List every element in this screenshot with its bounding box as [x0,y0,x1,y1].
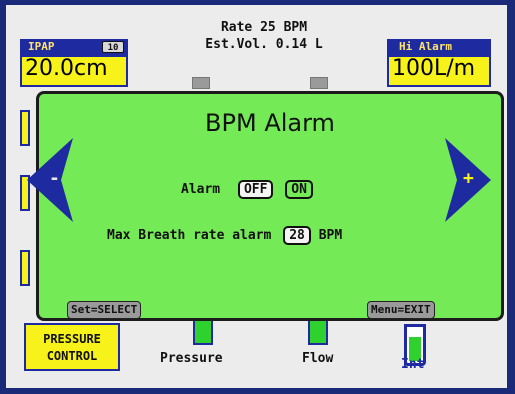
dialog-title: BPM Alarm [205,109,335,137]
pressure-control-button[interactable]: PRESSURE CONTROL [24,323,120,371]
est-volume-readout: Est.Vol. 0.14 L [205,37,323,52]
pressure-label: Pressure [160,351,223,366]
ventilator-screen: Rate 25 BPM Est.Vol. 0.14 L IPAP 10 20.0… [6,5,507,388]
header-readout: Rate 25 BPM Est.Vol. 0.14 L [184,19,344,53]
hi-alarm-value: 100L/m [387,55,491,87]
set-select-button[interactable]: Set=SELECT [67,301,142,319]
alarm-off-option[interactable]: OFF [237,180,274,199]
plus-symbol: + [463,168,474,189]
increase-arrow-button[interactable]: + [443,138,491,226]
int-label: Int [401,357,425,372]
max-rate-label: Max Breath rate alarm [107,228,272,243]
minus-symbol: - [49,168,60,189]
menu-exit-button[interactable]: Menu=EXIT [367,301,435,319]
flow-bar-top [310,77,328,89]
max-rate-value[interactable]: 28 [283,226,311,245]
left-param-tab-3[interactable] [20,250,30,286]
max-rate-row: Max Breath rate alarm 28 BPM [107,226,342,245]
bpm-alarm-dialog: BPM Alarm Alarm OFF ON Max Breath rate a… [27,91,504,321]
mode-line-1: PRESSURE [43,332,101,346]
hi-alarm-title: Hi Alarm [387,39,491,55]
max-rate-unit: BPM [318,228,343,243]
ipap-badge: 10 [102,41,124,53]
alarm-label: Alarm [181,182,221,197]
ipap-title: IPAP 10 [20,39,128,55]
mode-line-2: CONTROL [46,349,98,363]
ipap-title-label: IPAP [28,40,55,53]
rate-readout: Rate 25 BPM [220,20,308,35]
ipap-value: 20.0cm [20,55,128,87]
pressure-bar-top [192,77,210,89]
decrease-arrow-button[interactable]: - [27,138,75,226]
flow-label: Flow [302,351,334,366]
alarm-row: Alarm OFF ON [181,180,313,199]
alarm-on-option[interactable]: ON [285,180,313,199]
